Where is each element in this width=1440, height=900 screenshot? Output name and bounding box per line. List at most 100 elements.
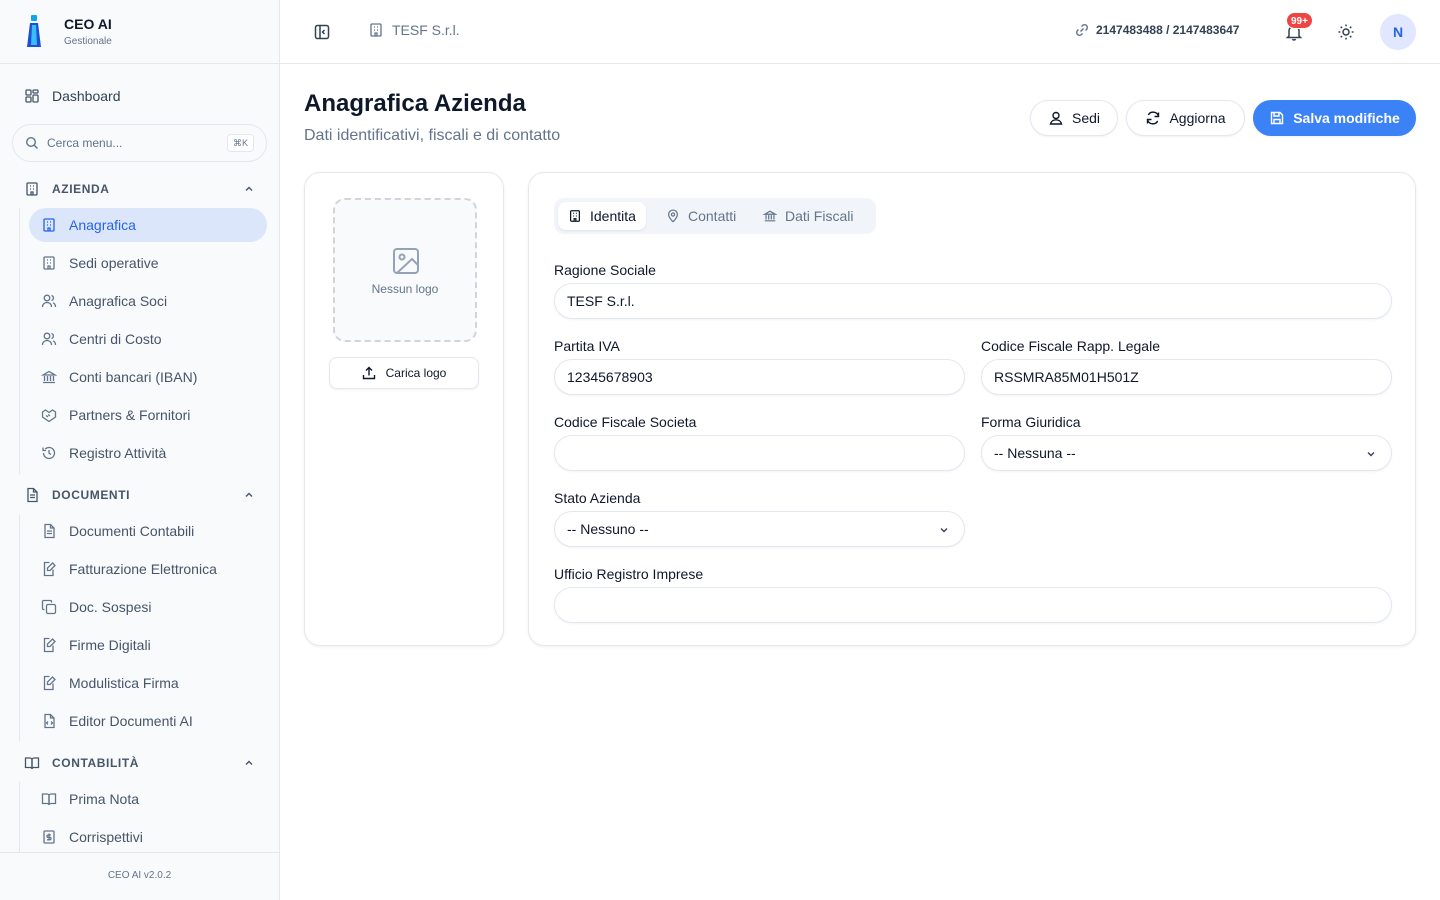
sidebar-item-label: Prima Nota xyxy=(69,791,140,807)
form-tabs: Identita Contatti Dati Fiscali xyxy=(554,198,876,234)
brand-subtitle: Gestionale xyxy=(64,36,112,47)
page-title: Anagrafica Azienda xyxy=(304,90,526,117)
ragione-sociale-input[interactable] xyxy=(567,292,1379,310)
tab-contatti[interactable]: Contatti xyxy=(656,202,746,230)
sidebar-item-registro-attivita[interactable]: Registro Attività xyxy=(29,436,267,470)
sidebar-nav: Dashboard ⌘K AZIENDA Anagrafica Sedi ope… xyxy=(0,64,279,852)
brand[interactable]: CEO AI Gestionale xyxy=(0,0,279,64)
group-divider xyxy=(19,782,20,852)
tab-label: Contatti xyxy=(688,208,737,224)
chevron-up-icon[interactable] xyxy=(243,183,255,195)
cf-societa-input[interactable] xyxy=(567,444,952,462)
forma-giuridica-value: -- Nessuna -- xyxy=(994,445,1076,461)
cf-societa-field[interactable] xyxy=(554,435,965,471)
section-azienda[interactable]: AZIENDA xyxy=(12,175,267,203)
search-icon xyxy=(25,136,38,149)
section-label: DOCUMENTI xyxy=(52,488,131,502)
cf-rapp-legale-label: Codice Fiscale Rapp. Legale xyxy=(981,338,1160,354)
sidebar-item-label: Firme Digitali xyxy=(69,637,151,653)
sedi-button[interactable]: Sedi xyxy=(1030,100,1118,136)
sidebar-item-label: Doc. Sospesi xyxy=(69,599,152,615)
cf-societa-label: Codice Fiscale Societa xyxy=(554,414,697,430)
sidebar: CEO AI Gestionale Dashboard ⌘K AZIENDA A… xyxy=(0,0,280,900)
history-icon xyxy=(42,446,56,460)
forma-giuridica-label: Forma Giuridica xyxy=(981,414,1081,430)
sidebar-item-conti-bancari[interactable]: Conti bancari (IBAN) xyxy=(29,360,267,394)
sidebar-item-modulistica-firma[interactable]: Modulistica Firma xyxy=(29,666,267,700)
bank-icon xyxy=(763,210,777,222)
sedi-button-label: Sedi xyxy=(1071,110,1101,126)
notification-badge: 99+ xyxy=(1286,12,1313,29)
session-ids-text: 2147483488 / 2147483647 xyxy=(1096,23,1240,37)
sidebar-item-centri-costo[interactable]: Centri di Costo xyxy=(29,322,267,356)
sidebar-item-dashboard[interactable]: Dashboard xyxy=(12,80,267,112)
top-bar: TESF S.r.l. 2147483488 / 2147483647 99+ … xyxy=(280,0,1440,64)
image-placeholder-icon xyxy=(393,248,419,274)
upload-icon xyxy=(362,366,375,380)
sidebar-item-prima-nota[interactable]: Prima Nota xyxy=(29,782,267,816)
group-divider xyxy=(19,208,20,474)
user-pin-icon xyxy=(1049,111,1063,125)
sidebar-item-label: Corrispettivi xyxy=(69,829,143,845)
file-signature-icon xyxy=(43,637,56,653)
tab-label: Dati Fiscali xyxy=(785,208,854,224)
ragione-sociale-field[interactable] xyxy=(554,283,1392,319)
sidebar-item-partners[interactable]: Partners & Fornitori xyxy=(29,398,267,432)
stato-azienda-select[interactable]: -- Nessuno -- xyxy=(554,511,965,547)
sidebar-toggle-icon[interactable] xyxy=(312,22,332,42)
sidebar-item-firme-digitali[interactable]: Firme Digitali xyxy=(29,628,267,662)
sidebar-item-sedi-operative[interactable]: Sedi operative xyxy=(29,246,267,280)
sidebar-item-anagrafica-soci[interactable]: Anagrafica Soci xyxy=(29,284,267,318)
sidebar-item-fatturazione[interactable]: Fatturazione Elettronica xyxy=(29,552,267,586)
refresh-icon xyxy=(1147,111,1160,125)
sidebar-item-doc-sospesi[interactable]: Doc. Sospesi xyxy=(29,590,267,624)
file-edit-icon xyxy=(43,561,56,577)
sidebar-item-documenti-contabili[interactable]: Documenti Contabili xyxy=(29,514,267,548)
search-input[interactable] xyxy=(47,136,217,150)
refresh-button[interactable]: Aggiorna xyxy=(1126,100,1245,136)
section-label: AZIENDA xyxy=(52,182,110,196)
theme-toggle-icon[interactable] xyxy=(1337,23,1355,41)
chevron-up-icon[interactable] xyxy=(243,489,255,501)
session-ids: 2147483488 / 2147483647 xyxy=(1074,22,1239,38)
building-icon xyxy=(43,218,55,232)
brand-title: CEO AI xyxy=(64,16,112,32)
sidebar-item-label: Anagrafica Soci xyxy=(69,293,168,309)
users-icon xyxy=(41,332,57,346)
sidebar-item-label: Sedi operative xyxy=(69,255,159,271)
sidebar-item-editor-documenti-ai[interactable]: Editor Documenti AI xyxy=(29,704,267,738)
tab-identita[interactable]: Identita xyxy=(558,202,646,230)
avatar[interactable]: N xyxy=(1380,14,1416,50)
users-icon xyxy=(41,294,57,308)
sidebar-item-corrispettivi[interactable]: Corrispettivi xyxy=(29,820,267,852)
section-documenti[interactable]: DOCUMENTI xyxy=(12,481,267,509)
upload-logo-button[interactable]: Carica logo xyxy=(329,357,479,389)
save-button[interactable]: Salva modifiche xyxy=(1253,100,1416,136)
section-label: CONTABILITÀ xyxy=(52,756,140,770)
section-contabilita[interactable]: CONTABILITÀ xyxy=(12,749,267,777)
dashboard-icon xyxy=(25,89,39,103)
partita-iva-input[interactable] xyxy=(567,368,952,386)
tab-dati-fiscali[interactable]: Dati Fiscali xyxy=(753,202,863,230)
file-text-icon xyxy=(44,523,55,539)
building-icon xyxy=(570,210,580,222)
sidebar-search[interactable]: ⌘K xyxy=(12,124,267,162)
group-divider xyxy=(19,514,20,742)
ufficio-registro-field[interactable] xyxy=(554,587,1392,623)
sidebar-item-label: Fatturazione Elettronica xyxy=(69,561,217,577)
receipt-icon xyxy=(43,830,55,844)
partita-iva-field[interactable] xyxy=(554,359,965,395)
logo-dropzone[interactable]: Nessun logo xyxy=(333,198,477,342)
cf-rapp-legale-input[interactable] xyxy=(994,368,1379,386)
tab-label: Identita xyxy=(590,208,636,224)
book-icon xyxy=(24,757,40,770)
cf-rapp-legale-field[interactable] xyxy=(981,359,1392,395)
sidebar-item-anagrafica[interactable]: Anagrafica xyxy=(29,208,267,242)
sidebar-item-label: Editor Documenti AI xyxy=(69,713,193,729)
forma-giuridica-select[interactable]: -- Nessuna -- xyxy=(981,435,1392,471)
sidebar-item-label: Documenti Contabili xyxy=(69,523,195,539)
ufficio-registro-input[interactable] xyxy=(567,596,1379,614)
company-selector[interactable]: TESF S.r.l. xyxy=(368,22,460,38)
sidebar-footer-version: CEO AI v2.0.2 xyxy=(0,852,279,900)
chevron-up-icon[interactable] xyxy=(243,757,255,769)
